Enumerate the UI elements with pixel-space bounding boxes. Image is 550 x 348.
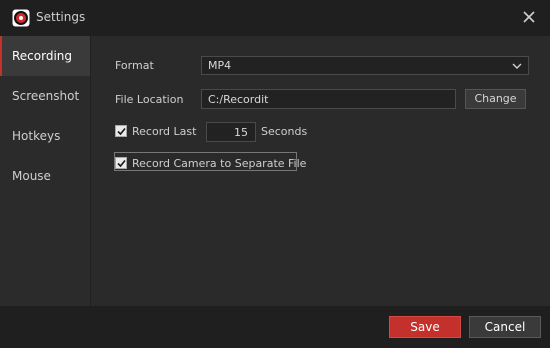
file-location-label: File Location (115, 93, 184, 106)
title-bar: Settings (0, 0, 550, 36)
settings-sidebar: Recording Screenshot Hotkeys Mouse (0, 36, 91, 306)
record-camera-checkbox[interactable] (115, 157, 127, 169)
chevron-down-icon (512, 63, 522, 69)
cancel-button[interactable]: Cancel (469, 316, 541, 338)
sidebar-item-screenshot[interactable]: Screenshot (0, 76, 90, 116)
record-camera-label: Record Camera to Separate File (132, 157, 307, 170)
sidebar-item-label: Recording (12, 49, 73, 63)
dialog-footer: Save Cancel (0, 306, 550, 348)
checkmark-icon (117, 159, 126, 168)
record-last-label: Record Last (132, 125, 197, 138)
format-value: MP4 (208, 59, 232, 72)
close-icon[interactable] (522, 10, 536, 24)
save-button[interactable]: Save (389, 316, 461, 338)
sidebar-item-label: Mouse (12, 169, 51, 183)
record-last-checkbox[interactable] (115, 125, 127, 137)
recording-settings-panel: Format MP4 File Location C:/Recordit Cha… (91, 36, 550, 306)
format-dropdown[interactable]: MP4 (201, 56, 529, 75)
settings-window: Settings Recording Screenshot Hotkeys Mo… (0, 0, 550, 348)
record-app-icon (12, 9, 30, 27)
sidebar-item-recording[interactable]: Recording (0, 36, 90, 76)
window-title: Settings (36, 10, 86, 24)
record-last-seconds-input[interactable]: 15 (206, 122, 256, 142)
sidebar-item-hotkeys[interactable]: Hotkeys (0, 116, 90, 156)
sidebar-item-label: Screenshot (12, 89, 80, 103)
change-location-button[interactable]: Change (465, 89, 526, 109)
checkmark-icon (117, 127, 126, 136)
file-location-field[interactable]: C:/Recordit (201, 89, 456, 109)
format-label: Format (115, 59, 154, 72)
seconds-label: Seconds (261, 125, 308, 138)
sidebar-item-mouse[interactable]: Mouse (0, 156, 90, 196)
sidebar-item-label: Hotkeys (12, 129, 61, 143)
